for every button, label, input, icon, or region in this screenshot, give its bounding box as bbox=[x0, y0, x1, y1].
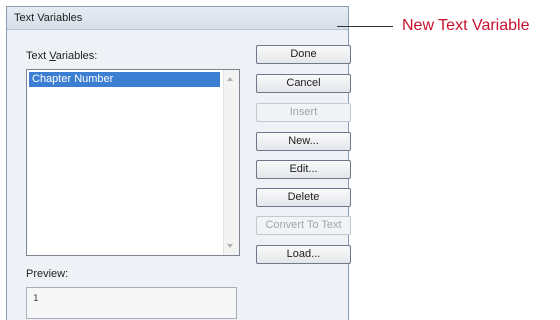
cancel-button[interactable]: Cancel bbox=[256, 74, 351, 93]
dialog-title: Text Variables bbox=[7, 7, 348, 30]
preview-label: Preview: bbox=[26, 268, 69, 280]
label-part-1: Text bbox=[26, 50, 50, 62]
scroll-down-icon[interactable] bbox=[227, 244, 233, 248]
list-scrollbar[interactable] bbox=[223, 70, 239, 255]
load-button[interactable]: Load... bbox=[256, 245, 351, 264]
list-item-chapter-number[interactable]: Chapter Number bbox=[29, 72, 220, 87]
text-variables-dialog: Text Variables Text Variables: Chapter N… bbox=[6, 6, 351, 320]
new-button[interactable]: New... bbox=[256, 132, 351, 151]
label-part-2: ariables: bbox=[55, 50, 98, 62]
delete-button[interactable]: Delete bbox=[256, 188, 351, 207]
insert-button[interactable]: Insert bbox=[256, 103, 351, 122]
scroll-up-icon[interactable] bbox=[227, 77, 233, 81]
done-button[interactable]: Done bbox=[256, 45, 351, 64]
text-variables-list[interactable]: Chapter Number bbox=[26, 69, 240, 256]
text-variables-label: Text Variables: bbox=[26, 50, 97, 62]
callout-label: New Text Variable bbox=[402, 17, 530, 34]
preview-box: 1 bbox=[26, 287, 237, 319]
edit-button[interactable]: Edit... bbox=[256, 160, 351, 179]
convert-to-text-button[interactable]: Convert To Text bbox=[256, 216, 351, 235]
callout-line bbox=[337, 26, 393, 27]
